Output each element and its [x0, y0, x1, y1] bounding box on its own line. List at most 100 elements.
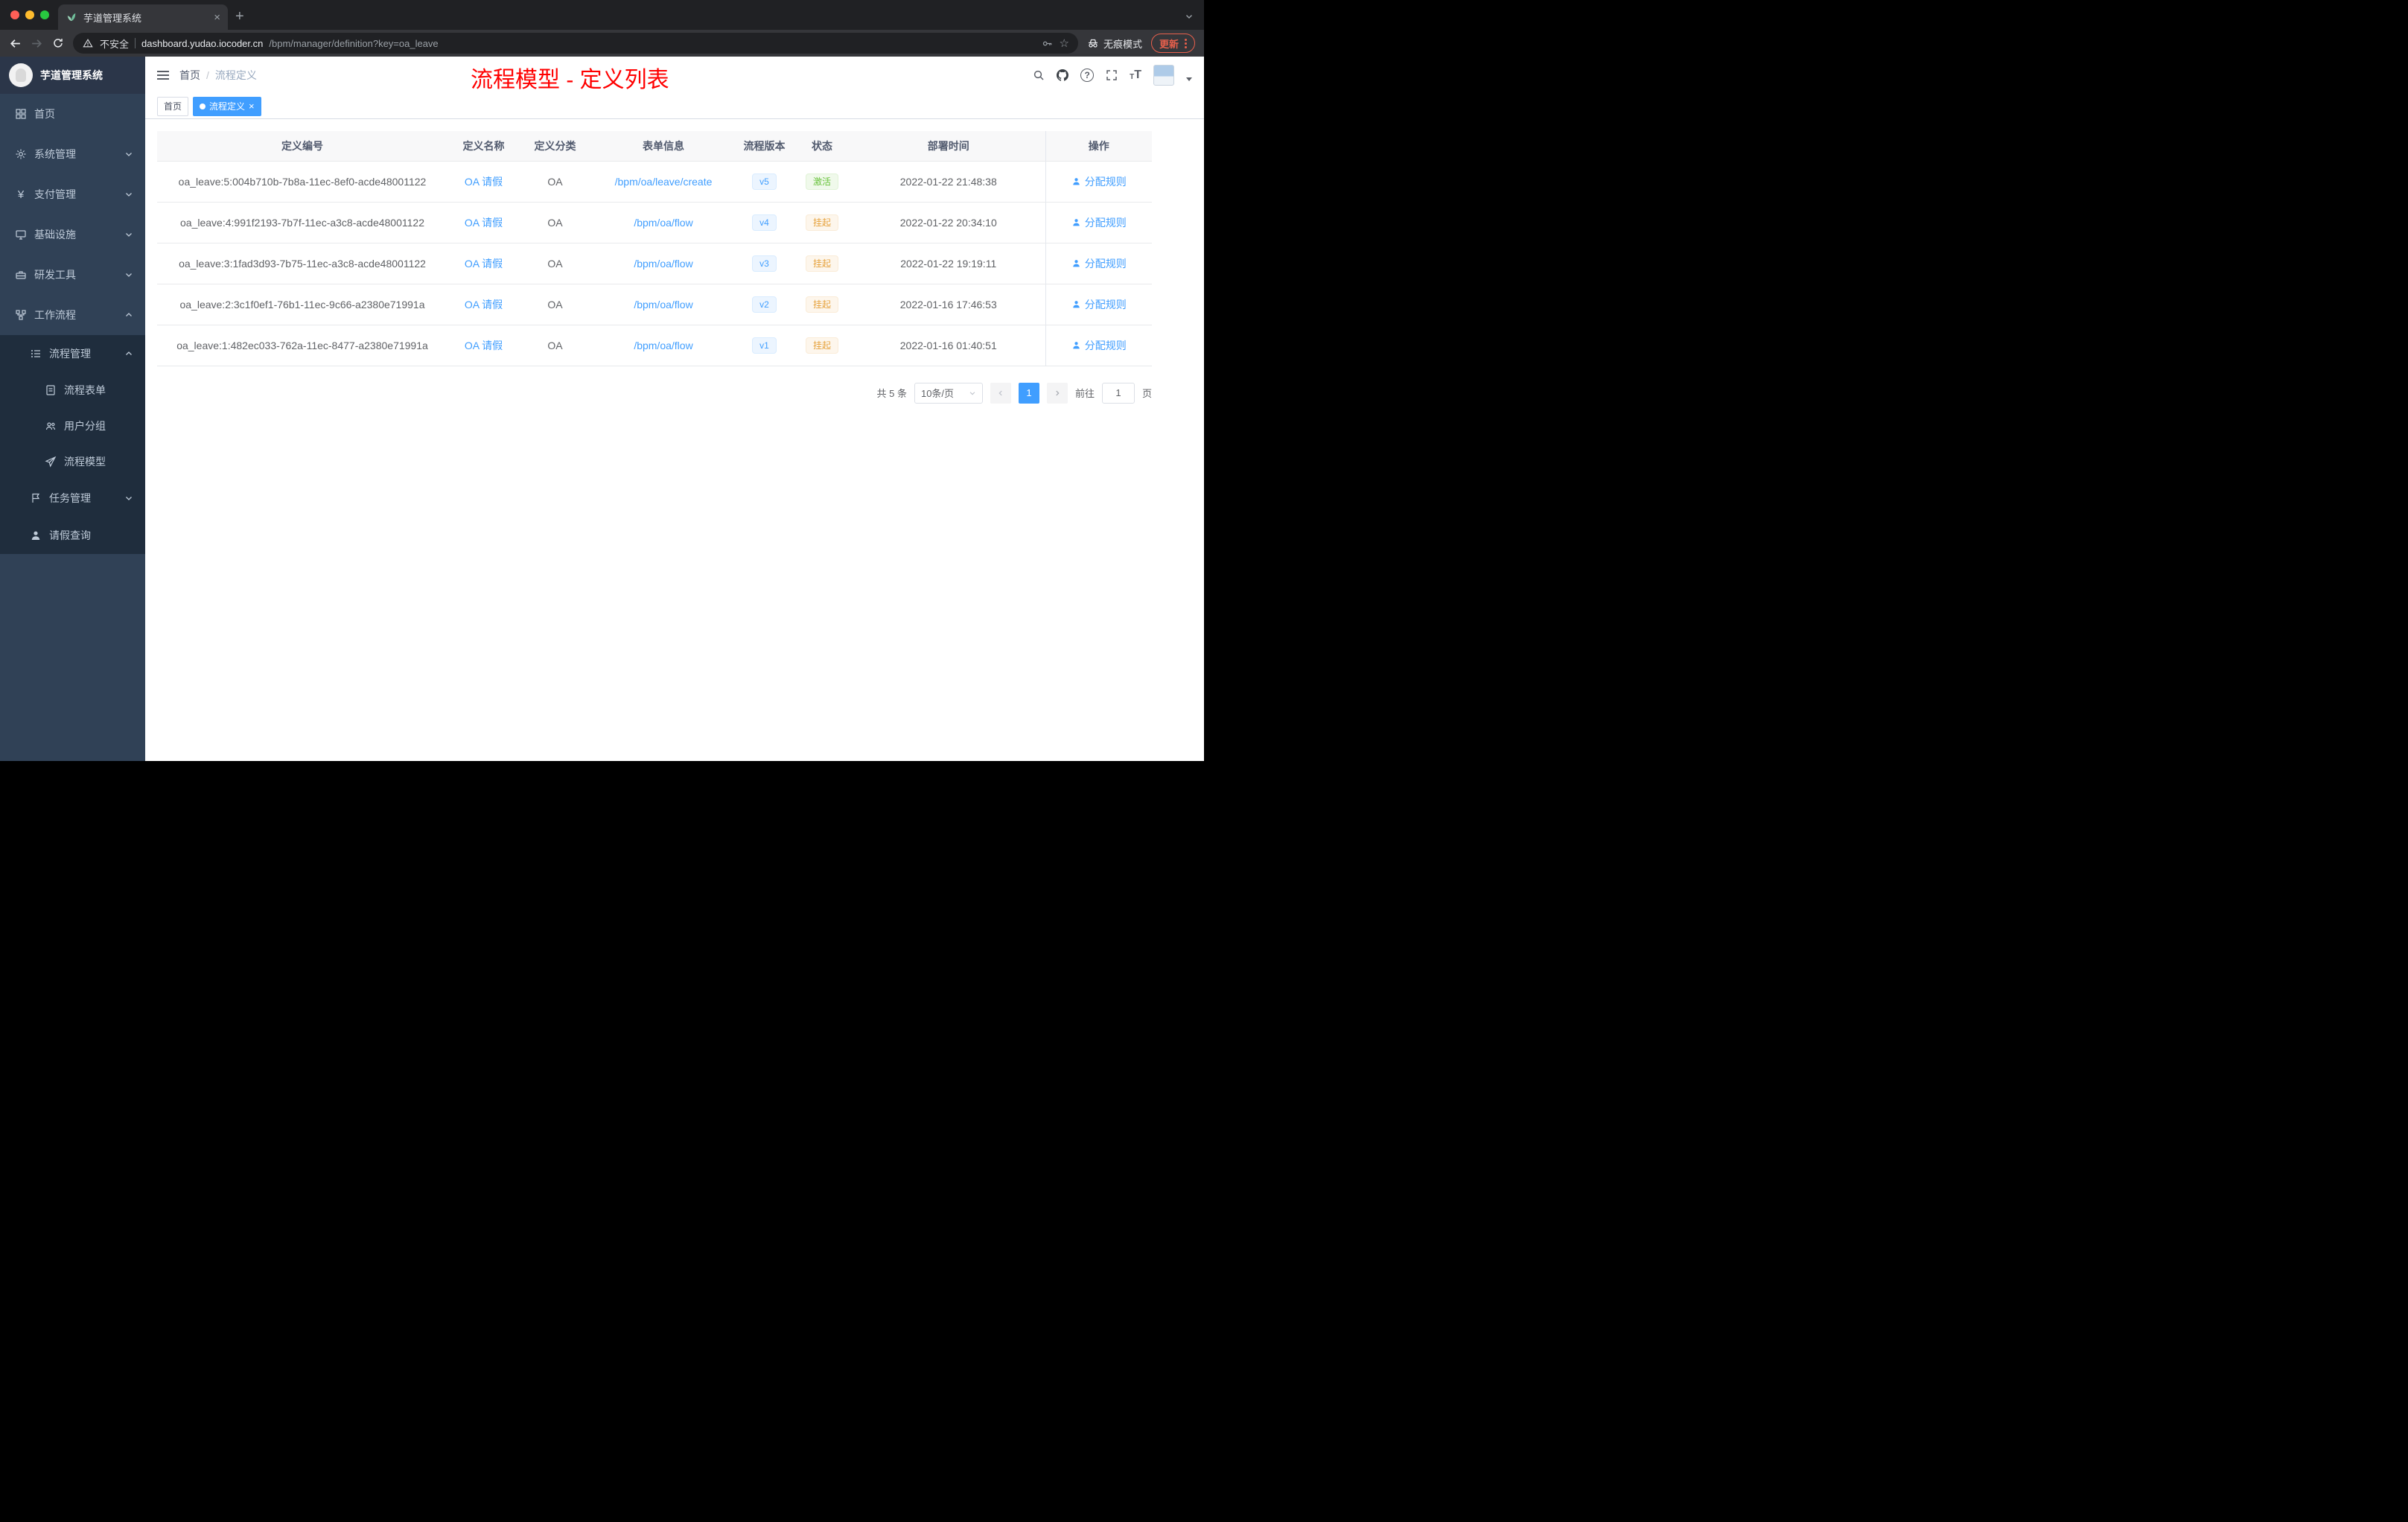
definition-name-link[interactable]: OA 请假 [465, 299, 503, 311]
font-size-icon[interactable]: TT [1130, 69, 1141, 81]
address-bar[interactable]: 不安全 dashboard.yudao.iocoder.cn/bpm/manag… [73, 33, 1078, 54]
bookmark-star-icon[interactable]: ☆ [1060, 36, 1069, 50]
sidebar-item-workflow[interactable]: 工作流程 [0, 295, 145, 335]
incognito-icon [1087, 37, 1099, 49]
next-page-button[interactable] [1046, 382, 1068, 404]
sidebar-item-task-management[interactable]: 任务管理 [0, 480, 145, 517]
col-process-version: 流程版本 [736, 131, 792, 162]
assign-rule-link[interactable]: 分配规则 [1071, 256, 1127, 271]
prev-page-button[interactable] [990, 382, 1011, 404]
pagination: 共 5 条 10条/页 1 前往 页 [157, 382, 1152, 404]
assign-rule-link[interactable]: 分配规则 [1071, 338, 1127, 353]
sidebar-item-infrastructure[interactable]: 基础设施 [0, 214, 145, 255]
list-icon [30, 348, 42, 360]
assign-rule-link[interactable]: 分配规则 [1071, 297, 1127, 312]
sidebar-item-user-group[interactable]: 用户分组 [0, 408, 145, 444]
definition-table: 定义编号 定义名称 定义分类 表单信息 流程版本 状态 部署时间 操作 oa_l [157, 131, 1152, 366]
url-host[interactable]: dashboard.yudao.iocoder.cn [141, 38, 263, 49]
deploy-time: 2022-01-22 21:48:38 [852, 161, 1045, 203]
sidebar-item-process-management[interactable]: 流程管理 [0, 335, 145, 372]
chevron-down-icon [969, 391, 975, 395]
assign-rule-link[interactable]: 分配规则 [1071, 215, 1127, 230]
url-path[interactable]: /bpm/manager/definition?key=oa_leave [269, 38, 438, 49]
refresh-button[interactable] [52, 37, 64, 49]
browser-titlebar: 芋道管理系统 × + [0, 0, 1204, 30]
main-area: 流程模型 - 定义列表 首页 / 流程定义 ? T T 首页 流程定义 × 定义… [145, 57, 1204, 761]
form-link[interactable]: /bpm/oa/flow [634, 299, 692, 311]
fullscreen-icon[interactable] [1106, 69, 1118, 81]
table-row: oa_leave:5:004b710b-7b8a-11ec-8ef0-acde4… [157, 161, 1152, 203]
workflow-icon [15, 309, 27, 321]
tab-favicon-leaf-icon [66, 11, 77, 23]
goto-page-input[interactable] [1101, 382, 1135, 404]
page-1-button[interactable]: 1 [1018, 382, 1039, 404]
tab-search-button[interactable] [1185, 12, 1194, 21]
breadcrumb-home[interactable]: 首页 [179, 68, 200, 83]
workflow-submenu: 流程管理 流程表单 用户分组 流程模型 任务管理 请假查询 [0, 335, 145, 554]
github-icon[interactable] [1057, 69, 1069, 81]
toolbox-icon [15, 269, 27, 281]
avatar-caret-down-icon[interactable] [1186, 77, 1192, 81]
top-navbar: 首页 / 流程定义 ? TT [145, 57, 1204, 94]
new-tab-button[interactable]: + [235, 8, 244, 25]
definition-category: OA [520, 243, 590, 284]
version-badge: v3 [752, 255, 777, 272]
sidebar-item-system[interactable]: 系统管理 [0, 134, 145, 174]
sidebar-item-home[interactable]: 首页 [0, 94, 145, 134]
table-row: oa_leave:4:991f2193-7b7f-11ec-a3c8-acde4… [157, 202, 1152, 243]
definition-name-link[interactable]: OA 请假 [465, 340, 503, 351]
status-badge: 挂起 [805, 255, 838, 272]
form-link[interactable]: /bpm/oa/leave/create [615, 176, 713, 188]
help-icon[interactable]: ? [1080, 69, 1095, 82]
zoom-window-button[interactable] [40, 10, 49, 19]
form-link[interactable]: /bpm/oa/flow [634, 258, 692, 270]
browser-tab[interactable]: 芋道管理系统 × [58, 4, 228, 30]
sidebar-item-devtools[interactable]: 研发工具 [0, 255, 145, 295]
definition-id: oa_leave:5:004b710b-7b8a-11ec-8ef0-acde4… [157, 161, 447, 203]
assign-rule-link[interactable]: 分配规则 [1071, 174, 1127, 189]
sidebar-item-process-model[interactable]: 流程模型 [0, 444, 145, 480]
browser-menu-icon[interactable] [1185, 38, 1187, 48]
update-chip[interactable]: 更新 [1150, 34, 1195, 53]
col-form-info: 表单信息 [590, 131, 736, 162]
minimize-window-button[interactable] [25, 10, 34, 19]
tag-home[interactable]: 首页 [157, 96, 189, 116]
col-definition-id: 定义编号 [157, 131, 447, 162]
form-link[interactable]: /bpm/oa/flow [634, 340, 692, 351]
flag-icon [30, 492, 42, 504]
forward-button[interactable] [31, 37, 43, 50]
gear-icon [15, 148, 27, 160]
hamburger-icon[interactable] [157, 71, 169, 80]
status-badge: 激活 [805, 173, 838, 190]
table-header-row: 定义编号 定义名称 定义分类 表单信息 流程版本 状态 部署时间 操作 [157, 131, 1152, 162]
definition-name-link[interactable]: OA 请假 [465, 217, 503, 229]
close-window-button[interactable] [10, 10, 19, 19]
user-avatar[interactable] [1153, 65, 1174, 86]
tag-process-definition[interactable]: 流程定义 × [193, 96, 261, 116]
person-icon [30, 529, 42, 541]
security-label[interactable]: 不安全 [100, 36, 129, 51]
definition-category: OA [520, 161, 590, 203]
definition-id: oa_leave:1:482ec033-762a-11ec-8477-a2380… [157, 325, 447, 366]
breadcrumb-current: 流程定义 [214, 69, 257, 81]
sidebar-item-process-form[interactable]: 流程表单 [0, 372, 145, 408]
back-button[interactable] [9, 37, 22, 50]
definition-name-link[interactable]: OA 请假 [465, 258, 503, 270]
table-row: oa_leave:3:1fad3d93-7b75-11ec-a3c8-acde4… [157, 243, 1152, 284]
chevron-down-icon [126, 193, 132, 197]
tab-close-icon[interactable]: × [214, 11, 220, 24]
form-link[interactable]: /bpm/oa/flow [634, 217, 692, 229]
update-label[interactable]: 更新 [1159, 36, 1179, 51]
table-row: oa_leave:2:3c1f0ef1-76b1-11ec-9c66-a2380… [157, 284, 1152, 325]
window-controls [10, 10, 49, 19]
page-size-select[interactable]: 10条/页 [914, 382, 983, 404]
sidebar-item-leave-query[interactable]: 请假查询 [0, 517, 145, 554]
sidebar-item-payment[interactable]: ¥ 支付管理 [0, 174, 145, 214]
person-icon [1073, 301, 1080, 308]
status-badge: 挂起 [805, 296, 838, 313]
security-warning-icon[interactable] [82, 37, 94, 49]
definition-name-link[interactable]: OA 请假 [465, 176, 503, 188]
key-icon[interactable] [1042, 37, 1054, 49]
tag-close-icon[interactable]: × [249, 101, 255, 112]
search-icon[interactable] [1033, 69, 1045, 81]
